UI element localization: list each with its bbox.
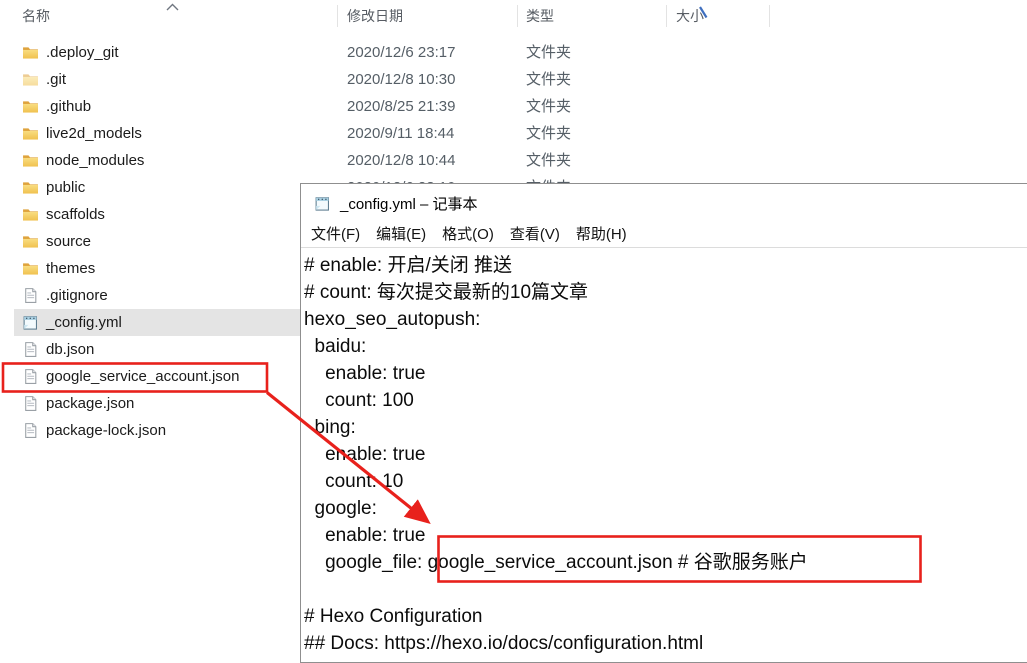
file-type-icon [22, 422, 39, 439]
menu-item[interactable]: 格式(O) [434, 223, 502, 247]
config-text-line: enable: true [304, 360, 1027, 387]
column-header-name[interactable]: 名称 [22, 6, 50, 26]
document-icon [22, 395, 39, 412]
notepad-text-editor[interactable]: # enable: 开启/关闭 推送 # count: 每次提交最新的10篇文章… [301, 249, 1027, 662]
file-type-icon [22, 341, 39, 358]
file-type-icon [22, 368, 39, 385]
file-name: source [46, 228, 91, 255]
file-type-icon [22, 179, 39, 196]
file-type-icon [22, 395, 39, 412]
document-icon [22, 287, 39, 304]
file-date-modified: 2020/12/8 10:30 [347, 66, 455, 93]
file-name: .gitignore [46, 282, 108, 309]
column-resize-handle[interactable] [337, 5, 338, 27]
folder-icon [22, 125, 39, 142]
document-icon [22, 341, 39, 358]
file-type-icon [22, 233, 39, 250]
menu-item[interactable]: 编辑(E) [368, 223, 434, 247]
file-name: google_service_account.json [46, 363, 239, 390]
config-text-line: enable: true [304, 522, 1027, 549]
config-text-line: # enable: 开启/关闭 推送 [304, 252, 1027, 279]
config-text-line [304, 576, 1027, 603]
folder-icon [22, 179, 39, 196]
file-name: themes [46, 255, 95, 282]
folder-icon [22, 98, 39, 115]
file-type-icon [22, 44, 39, 61]
file-date-modified: 2020/8/25 21:39 [347, 93, 455, 120]
file-type: 文件夹 [526, 147, 571, 174]
file-name: package.json [46, 390, 134, 417]
folder-icon [22, 71, 39, 88]
file-name: _config.yml [46, 309, 122, 336]
file-type-icon [22, 260, 39, 277]
folder-icon [22, 233, 39, 250]
file-type: 文件夹 [526, 39, 571, 66]
config-text-line: count: 100 [304, 387, 1027, 414]
file-type-icon [22, 206, 39, 223]
menu-item[interactable]: 帮助(H) [568, 223, 635, 247]
config-text-line: baidu: [304, 333, 1027, 360]
file-row[interactable]: .git 2020/12/8 10:30 文件夹 [0, 66, 770, 93]
file-type-icon [22, 152, 39, 169]
menu-item[interactable]: 查看(V) [502, 223, 568, 247]
file-type-icon [22, 71, 39, 88]
file-name: public [46, 174, 85, 201]
config-text-line: ## Docs: https://hexo.io/docs/configurat… [304, 630, 1027, 657]
config-text-line: bing: [304, 414, 1027, 441]
file-name: db.json [46, 336, 94, 363]
config-text-line: # Hexo Configuration [304, 603, 1027, 630]
notepad-title-bar[interactable]: _config.yml – 记事本 [301, 184, 1027, 222]
file-type: 文件夹 [526, 93, 571, 120]
folder-icon [22, 44, 39, 61]
notepad-window: _config.yml – 记事本 文件(F) 编辑(E) 格式(O) 查看(V… [300, 183, 1027, 663]
file-type-icon [22, 98, 39, 115]
file-name: package-lock.json [46, 417, 166, 444]
config-text-line: google: [304, 495, 1027, 522]
file-date-modified: 2020/12/8 10:44 [347, 147, 455, 174]
config-text-line: enable: true [304, 441, 1027, 468]
notepad-menu-bar: 文件(F) 编辑(E) 格式(O) 查看(V) 帮助(H) [301, 222, 1027, 248]
file-name: node_modules [46, 147, 144, 174]
sort-ascending-icon [166, 3, 179, 11]
file-type-icon [22, 287, 39, 304]
file-name: .git [46, 66, 66, 93]
file-row[interactable]: node_modules 2020/12/8 10:44 文件夹 [0, 147, 770, 174]
column-resize-handle[interactable] [769, 5, 770, 27]
config-text-line: # count: 每次提交最新的10篇文章 [304, 279, 1027, 306]
file-row[interactable]: live2d_models 2020/9/11 18:44 文件夹 [0, 120, 770, 147]
notepad-app-icon [314, 195, 331, 212]
config-text-line: google_file: google_service_account.json… [304, 549, 1027, 576]
document-icon [22, 422, 39, 439]
config-text-line: count: 10 [304, 468, 1027, 495]
file-type-icon [22, 125, 39, 142]
file-name: live2d_models [46, 120, 142, 147]
notepad-file-icon [22, 314, 39, 331]
document-icon [22, 368, 39, 385]
file-type: 文件夹 [526, 120, 571, 147]
column-resize-handle[interactable] [666, 5, 667, 27]
file-name: scaffolds [46, 201, 105, 228]
column-header-type[interactable]: 类型 [526, 6, 554, 26]
file-date-modified: 2020/12/6 23:17 [347, 39, 455, 66]
menu-item[interactable]: 文件(F) [303, 223, 368, 247]
explorer-column-header: 名称 修改日期 类型 大小 [0, 0, 1027, 32]
column-resize-handle[interactable] [517, 5, 518, 27]
file-type-icon [22, 314, 39, 331]
file-row[interactable]: .github 2020/8/25 21:39 文件夹 [0, 93, 770, 120]
folder-icon [22, 260, 39, 277]
folder-icon [22, 206, 39, 223]
file-row[interactable]: .deploy_git 2020/12/6 23:17 文件夹 [0, 39, 770, 66]
column-header-size[interactable]: 大小 [676, 6, 704, 26]
file-name: .github [46, 93, 91, 120]
window-title: _config.yml – 记事本 [340, 193, 478, 214]
file-type: 文件夹 [526, 66, 571, 93]
config-text-line: hexo_seo_autopush: [304, 306, 1027, 333]
column-header-date-modified[interactable]: 修改日期 [347, 6, 403, 26]
folder-icon [22, 152, 39, 169]
file-date-modified: 2020/9/11 18:44 [347, 120, 454, 147]
file-name: .deploy_git [46, 39, 119, 66]
